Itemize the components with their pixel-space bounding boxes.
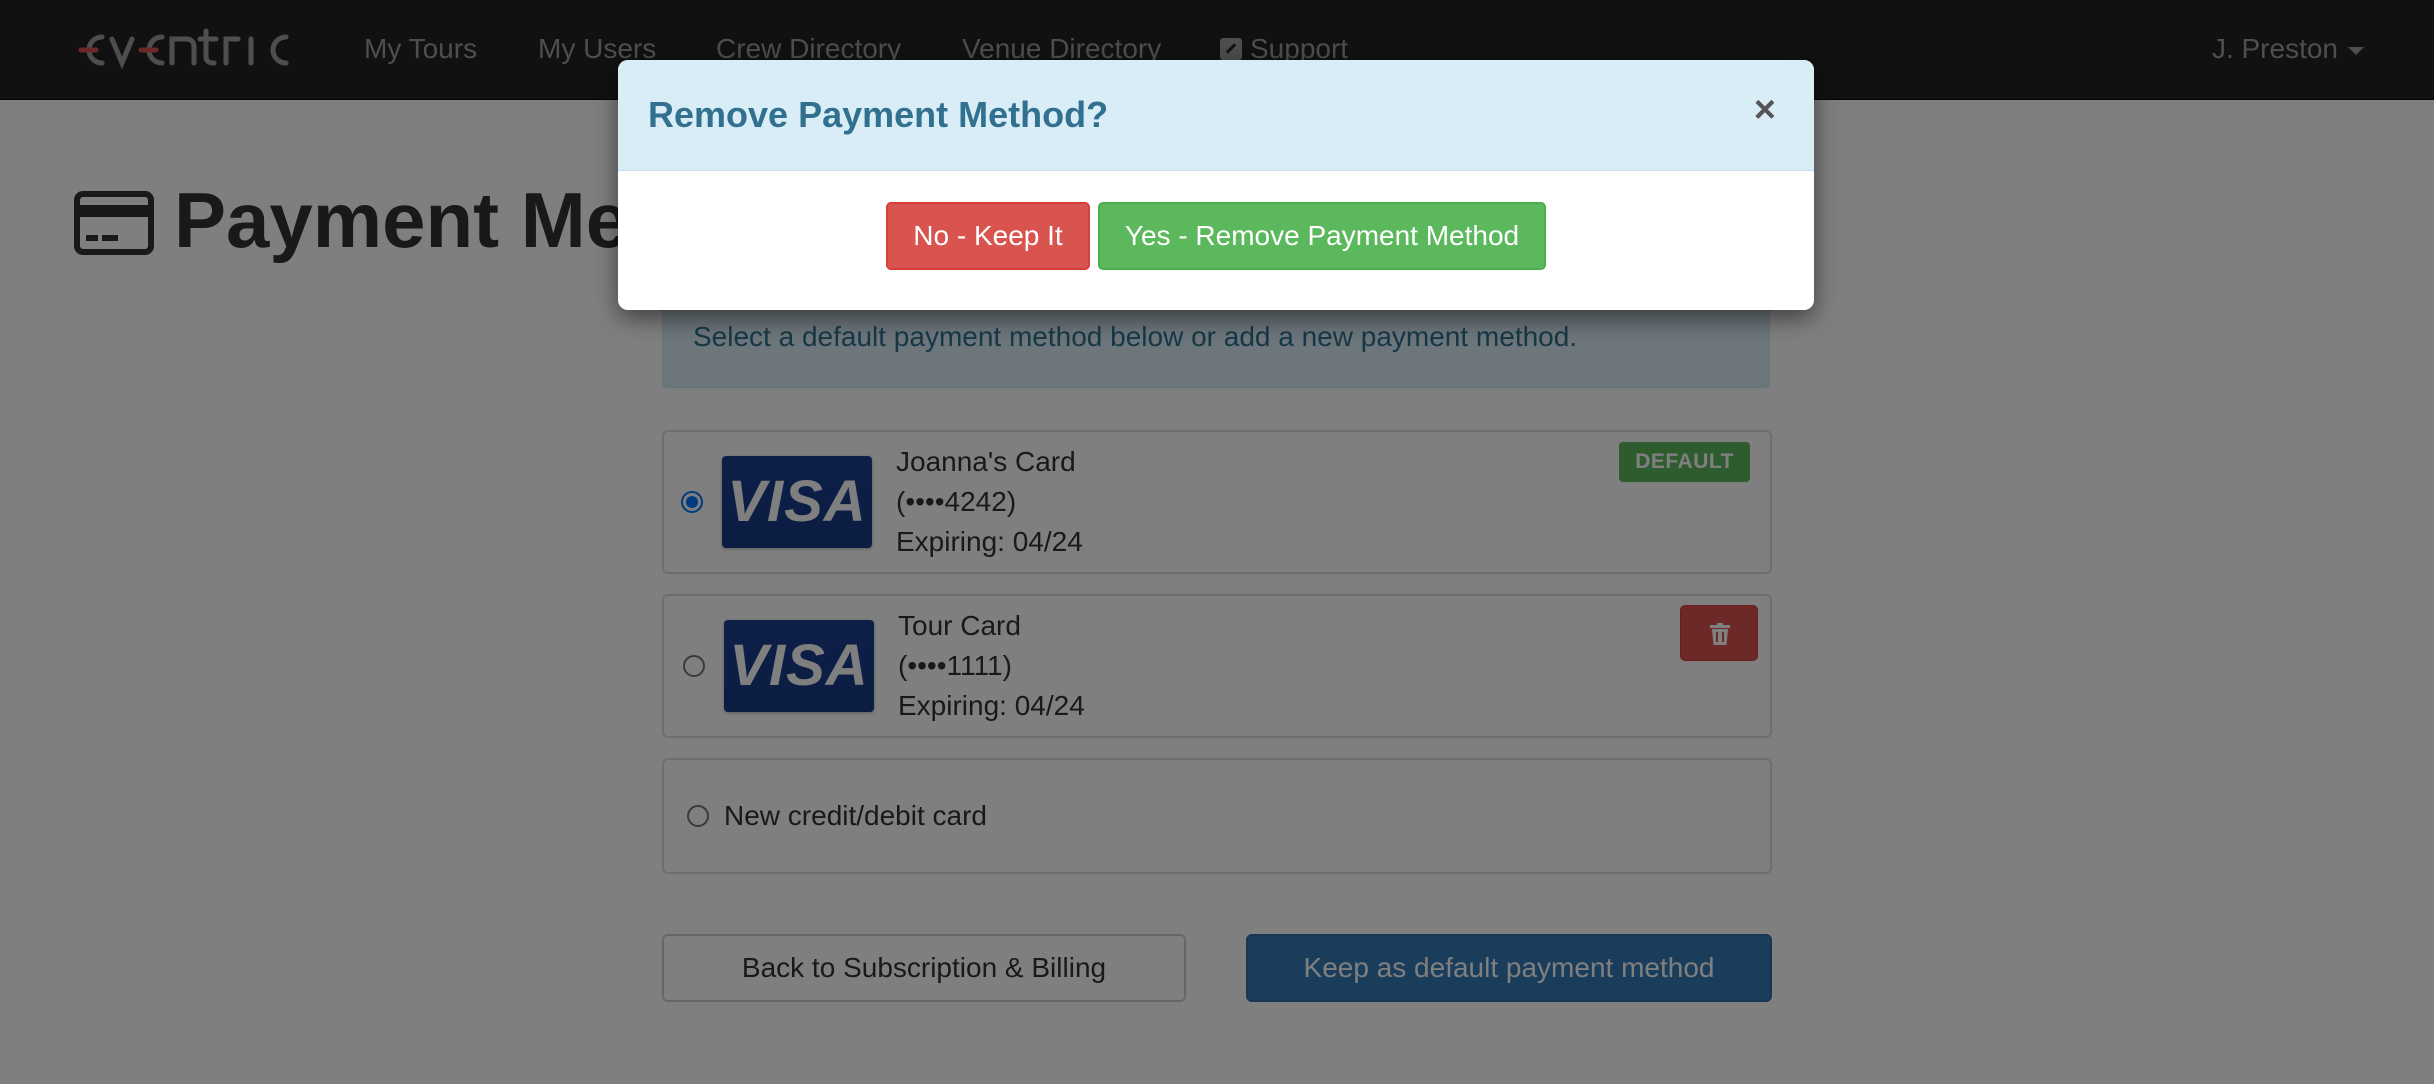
modal-title: Remove Payment Method?	[648, 94, 1109, 135]
close-icon[interactable]: ×	[1754, 90, 1776, 130]
remove-payment-modal: Remove Payment Method? × No - Keep It Ye…	[618, 60, 1814, 310]
remove-payment-method-button[interactable]: Yes - Remove Payment Method	[1098, 202, 1546, 270]
keep-it-button[interactable]: No - Keep It	[886, 202, 1090, 270]
modal-header: Remove Payment Method? ×	[618, 60, 1814, 171]
